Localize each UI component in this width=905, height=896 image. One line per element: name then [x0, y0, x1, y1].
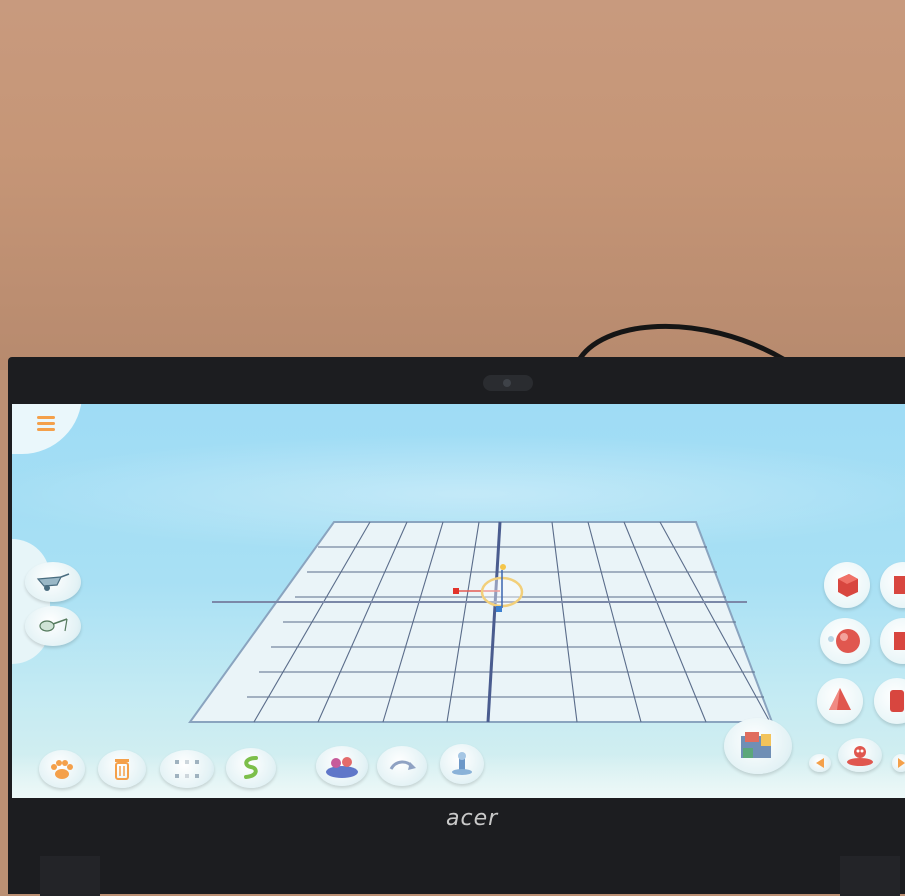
- rotate-button[interactable]: [377, 746, 427, 786]
- cylinder-icon: [890, 690, 904, 712]
- arrow-right-icon: [898, 758, 905, 768]
- trash-icon: [115, 759, 129, 780]
- shape-slot-4[interactable]: [880, 618, 905, 664]
- cube-shape[interactable]: [824, 562, 870, 608]
- cube-icon: [894, 632, 905, 650]
- laptop-brand-logo: acer: [446, 806, 499, 831]
- cone-shape[interactable]: [817, 678, 863, 724]
- laptop-hinge-right: [840, 856, 900, 896]
- character-button[interactable]: [838, 738, 882, 772]
- arrow-left-icon: [816, 758, 824, 768]
- toy-box-icon: [741, 732, 771, 758]
- rotate-arrow-icon: [389, 760, 416, 770]
- scenery-icon: [326, 757, 358, 778]
- paw-icon: [51, 760, 73, 779]
- webcam: [483, 375, 533, 391]
- paw-button[interactable]: [39, 750, 85, 788]
- scenery-button[interactable]: [316, 746, 368, 786]
- snake-button[interactable]: [226, 748, 276, 788]
- fountain-button[interactable]: [440, 744, 484, 784]
- shape-slot-2[interactable]: [880, 562, 905, 608]
- fountain-icon: [452, 752, 472, 775]
- delete-button[interactable]: [98, 750, 146, 788]
- app-screen: [12, 404, 905, 798]
- gallery-button[interactable]: [724, 718, 792, 774]
- grid-toggle-button[interactable]: [160, 750, 214, 788]
- next-arrow-button[interactable]: [892, 754, 905, 772]
- previous-arrow-button[interactable]: [809, 754, 831, 772]
- sphere-icon: [828, 629, 860, 653]
- grid-dots-icon: [175, 760, 199, 778]
- cube-icon: [838, 574, 858, 597]
- snake-icon: [244, 756, 258, 779]
- cone-icon: [829, 688, 851, 710]
- laptop-hinge-left: [40, 856, 100, 896]
- sphere-shape[interactable]: [820, 618, 870, 664]
- cube-icon: [894, 576, 905, 594]
- character-icon: [847, 746, 873, 766]
- cylinder-shape[interactable]: [874, 678, 905, 724]
- power-cable: [575, 323, 787, 364]
